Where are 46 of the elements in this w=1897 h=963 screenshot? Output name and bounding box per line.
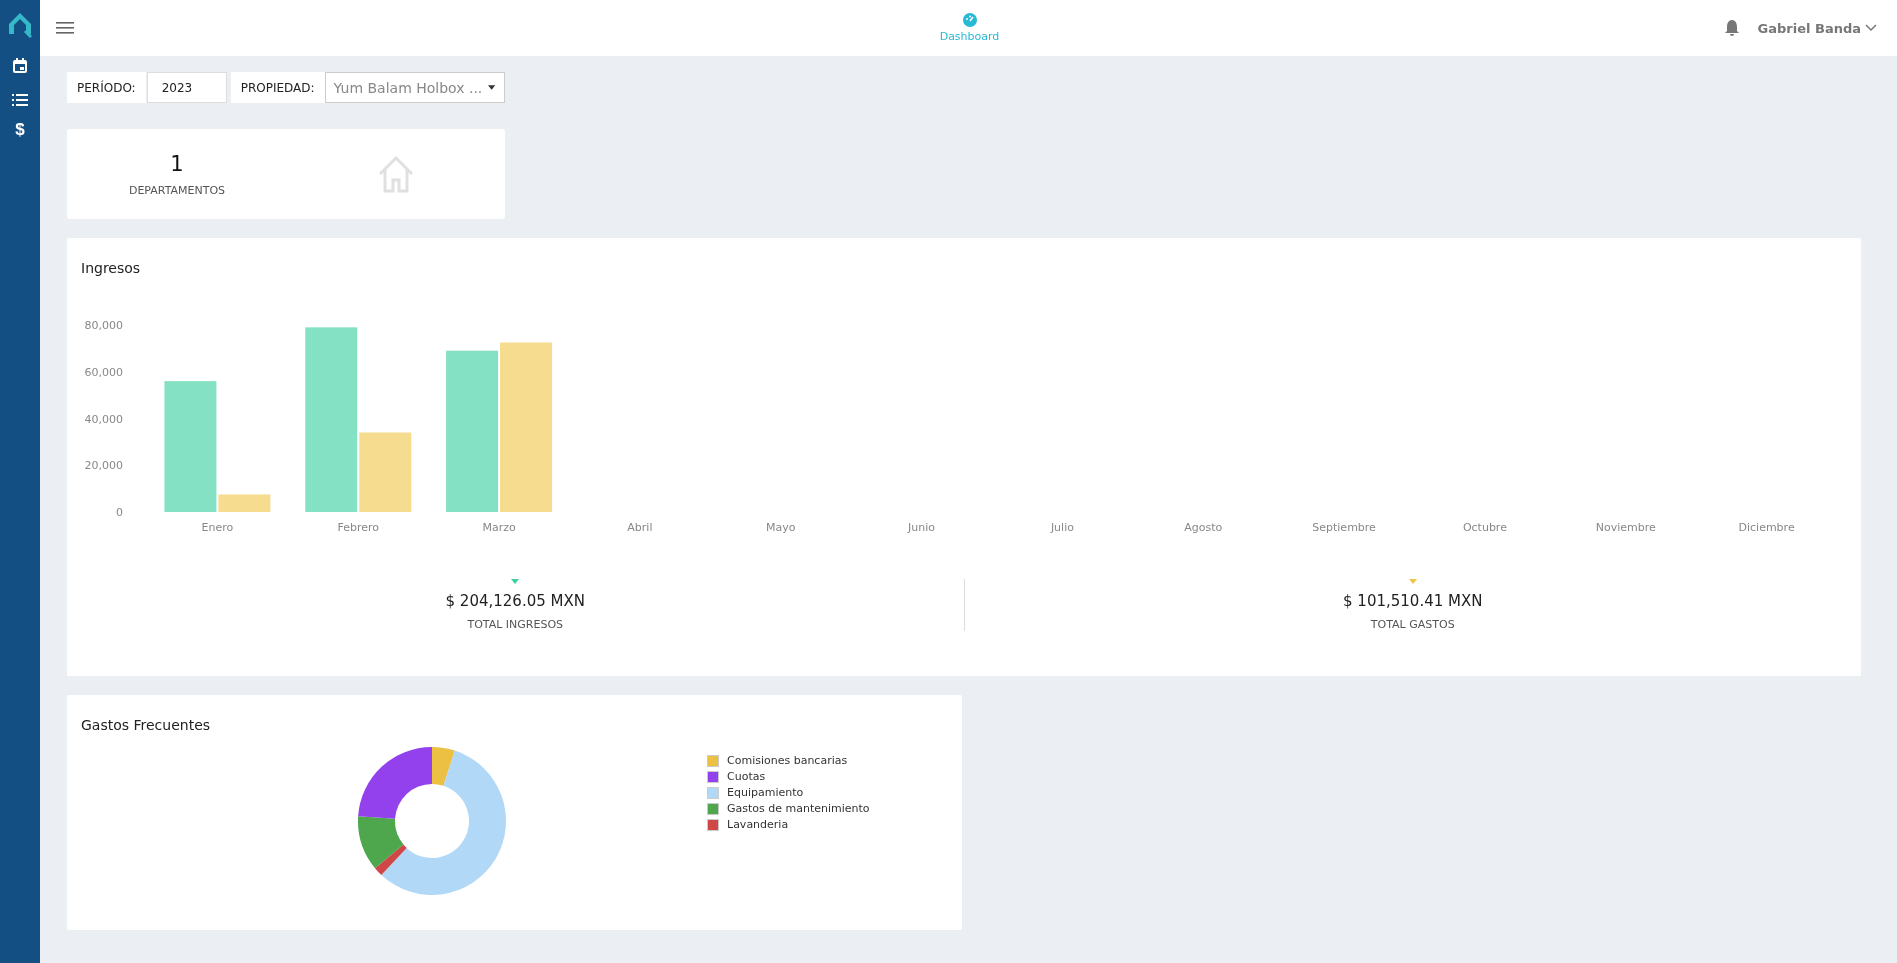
x-tick-label: Febrero — [337, 521, 379, 534]
period-field[interactable]: 2023 — [146, 72, 227, 103]
chevron-down-icon — [1865, 24, 1877, 32]
x-tick-label: Agosto — [1184, 521, 1223, 534]
y-tick-label: 40,000 — [84, 412, 123, 426]
legend-label: Comisiones bancarias — [727, 754, 848, 767]
x-tick-label: Noviembre — [1595, 521, 1656, 534]
bell-icon[interactable] — [1723, 19, 1740, 37]
list-icon[interactable] — [12, 94, 28, 106]
gauge-icon — [962, 13, 977, 27]
total-amount: $ 204,126.05 MXN — [445, 592, 585, 610]
card-title: Gastos Frecuentes — [80, 716, 212, 733]
caret-down-icon — [488, 85, 496, 90]
legend-label: Lavanderia — [727, 818, 789, 831]
menu-icon[interactable] — [56, 22, 74, 34]
total-amount: $ 101,510.41 MXN — [1343, 592, 1483, 610]
x-tick-label: Octubre — [1462, 521, 1507, 534]
x-tick-label: Junio — [908, 521, 936, 534]
x-tick-label: Abril — [627, 521, 653, 534]
kpi-value: 1 — [170, 151, 184, 176]
total-label: TOTAL INGRESOS — [467, 618, 564, 631]
card-title: Ingresos — [80, 259, 142, 276]
x-tick-label: Enero — [201, 521, 234, 534]
property-dropdown[interactable]: Yum Balam Holbox ... — [324, 72, 505, 103]
y-tick-label: 80,000 — [84, 319, 123, 332]
kpi-label: DEPARTAMENTOS — [128, 183, 226, 197]
x-tick-label: Diciembre — [1738, 521, 1795, 534]
x-tick-label: Marzo — [482, 521, 516, 534]
y-tick-label: 60,000 — [84, 365, 123, 379]
x-tick-label: Mayo — [766, 521, 796, 534]
y-tick-label: 0 — [116, 506, 123, 519]
y-tick-label: 20,000 — [84, 459, 123, 473]
property-label: PROPIEDAD: — [230, 72, 325, 103]
legend-label: Cuotas — [727, 770, 766, 783]
house-icon — [377, 155, 415, 193]
dollar-icon[interactable]: $ — [15, 120, 25, 140]
x-tick-label: Septiembre — [1312, 521, 1376, 534]
legend-label: Equipamiento — [727, 786, 804, 799]
dashboard-tab[interactable]: Dashboard — [939, 13, 1000, 43]
user-menu[interactable]: Gabriel Banda — [1751, 19, 1883, 37]
period-label: PERÍODO: — [67, 72, 146, 103]
x-tick-label: Julio — [1050, 521, 1074, 534]
legend-label: Gastos de mantenimiento — [727, 802, 870, 815]
total-label: TOTAL GASTOS — [1370, 618, 1455, 631]
house-logo-icon[interactable] — [7, 10, 33, 38]
calendar-icon[interactable] — [12, 58, 28, 74]
